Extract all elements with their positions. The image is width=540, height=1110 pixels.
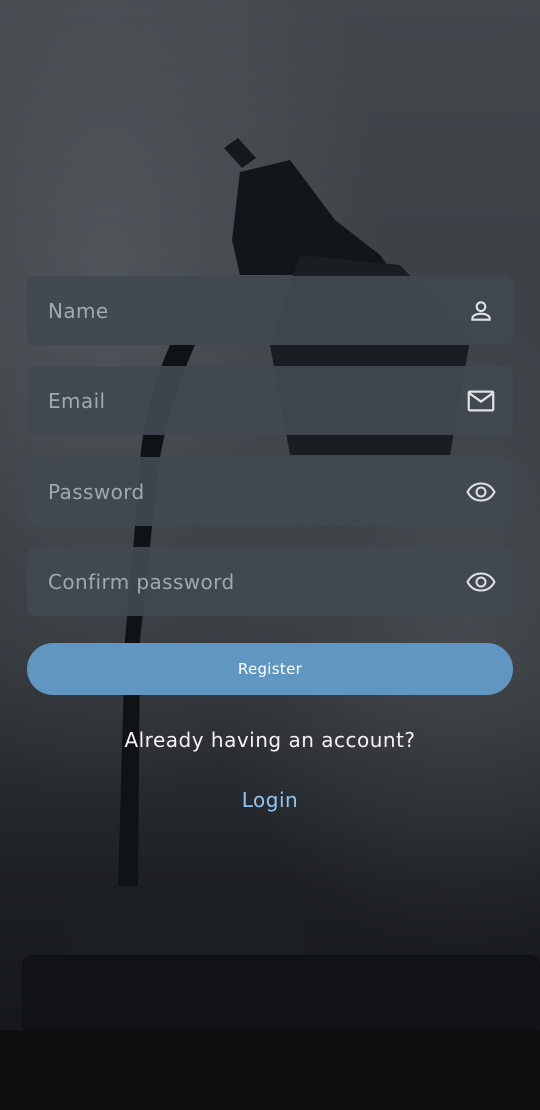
confirm-password-input[interactable] [27, 547, 513, 616]
mail-icon [465, 385, 497, 417]
name-field[interactable] [27, 276, 513, 345]
register-button[interactable]: Register [27, 643, 513, 695]
email-field[interactable] [27, 366, 513, 435]
email-input[interactable] [27, 366, 513, 435]
login-link[interactable]: Login [0, 788, 540, 812]
account-prompt: Already having an account? [124, 728, 416, 752]
name-input[interactable] [27, 276, 513, 345]
password-input[interactable] [27, 457, 513, 526]
eye-icon[interactable] [465, 566, 497, 598]
eye-icon[interactable] [465, 476, 497, 508]
password-field[interactable] [27, 457, 513, 526]
person-icon [465, 295, 497, 327]
confirm-password-field[interactable] [27, 547, 513, 616]
